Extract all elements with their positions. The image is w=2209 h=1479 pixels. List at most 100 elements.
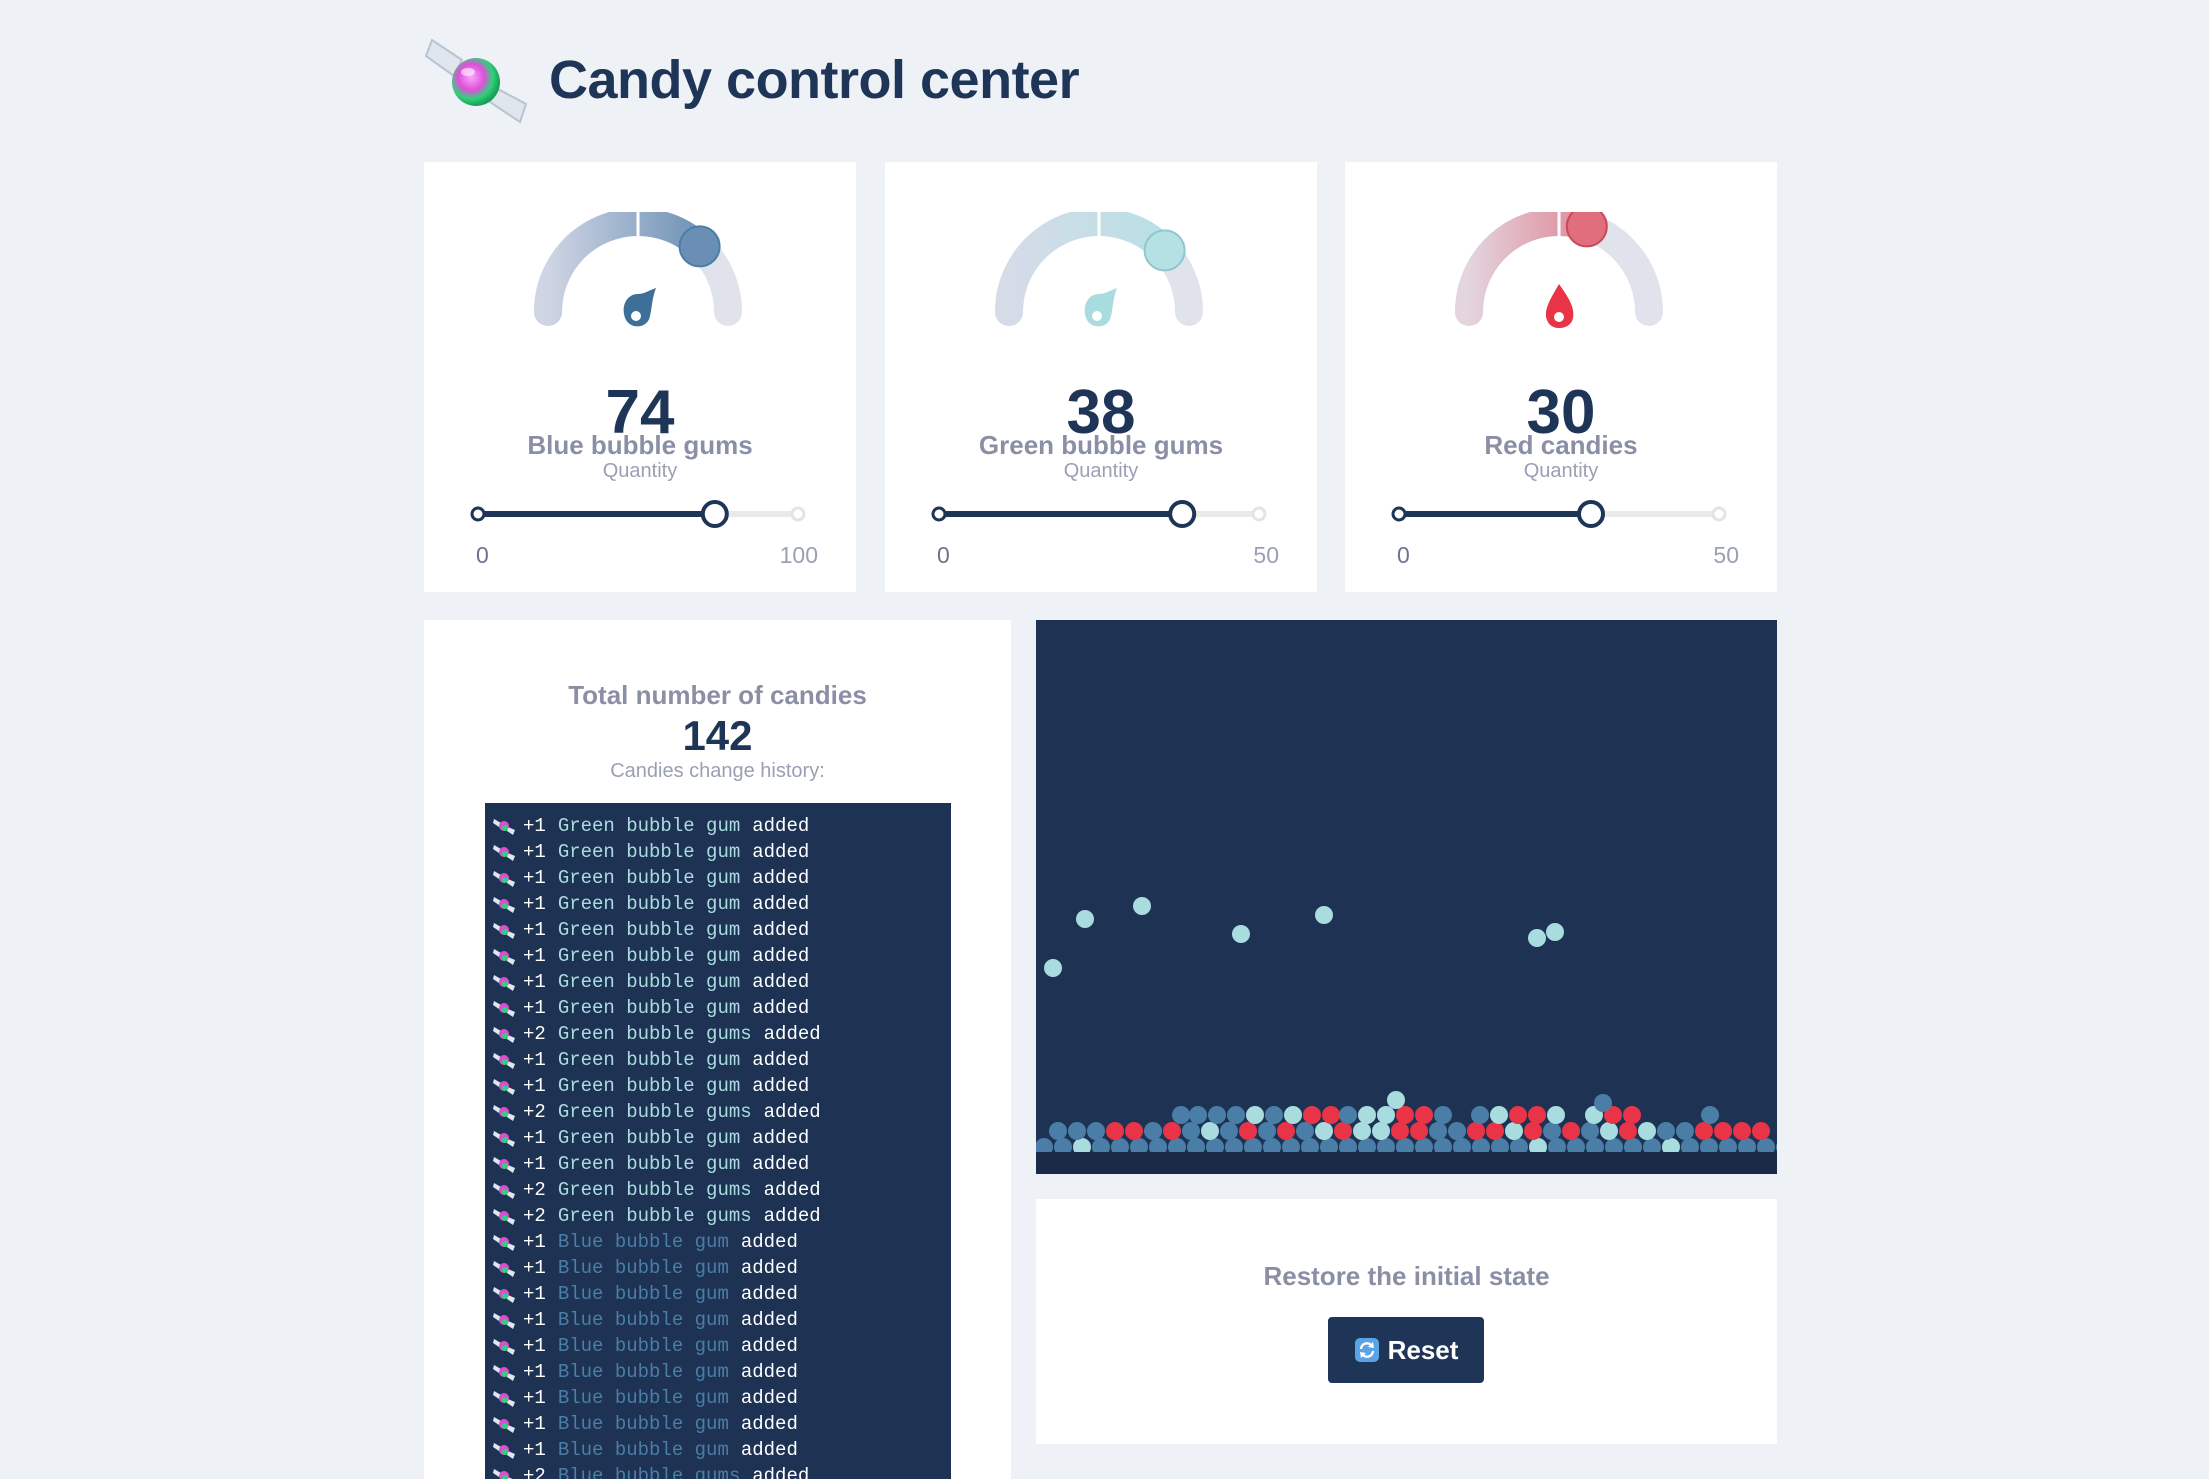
- candy-icon: [493, 1469, 513, 1479]
- reset-card: Restore the initial state Reset: [1036, 1199, 1777, 1444]
- candy-canvas-drawing: [1036, 897, 1777, 1156]
- history-qty: +1: [523, 841, 546, 863]
- candy-ball: [1182, 1122, 1200, 1140]
- history-qty: +1: [523, 867, 546, 889]
- history-line: +1 Blue bubble gum added: [485, 1281, 951, 1307]
- history-name: Blue bubble gum: [557, 1231, 729, 1253]
- gauge-green-arc: [995, 212, 1179, 326]
- candy-ball: [1296, 1122, 1314, 1140]
- canvas-floor: [1036, 1152, 1777, 1174]
- candy-ball: [1303, 1106, 1321, 1124]
- candy-ball: [1638, 1122, 1656, 1140]
- candy-ball: [1144, 1122, 1162, 1140]
- history-line: +2 Blue bubble gums added: [485, 1463, 951, 1479]
- history-action: added: [740, 1413, 798, 1435]
- candy-ball: [1277, 1122, 1295, 1140]
- history-log[interactable]: +1 Green bubble gum added +1 Green bubble gu…: [485, 803, 951, 1479]
- candy-icon: [493, 1365, 515, 1381]
- candy-icon: [493, 897, 515, 913]
- candy-ball: [1358, 1106, 1376, 1124]
- candy-icon: [493, 923, 515, 939]
- total-value: 142: [682, 712, 753, 759]
- history-name: Green bubble gum: [557, 919, 741, 941]
- candy-ball: [1391, 1122, 1409, 1140]
- history-name: Green bubble gums: [557, 1101, 752, 1123]
- candy-icon: [493, 1209, 515, 1225]
- history-line: +2 Green bubble gums added: [485, 1021, 951, 1047]
- candy-ball: [1208, 1106, 1226, 1124]
- candy-canvas[interactable]: [1036, 620, 1777, 1174]
- history-qty: +2: [523, 1465, 546, 1479]
- candy-ball: [1334, 1122, 1352, 1140]
- candy-ball: [1490, 1106, 1508, 1124]
- candy-ball: [1353, 1122, 1371, 1140]
- candy-icon: [493, 1079, 515, 1095]
- history-action: added: [740, 1335, 798, 1357]
- history-qty: +1: [523, 1153, 546, 1175]
- slider-red[interactable]: [1389, 494, 1729, 534]
- history-name: Green bubble gum: [557, 1075, 741, 1097]
- candy-ball: [1315, 906, 1333, 924]
- history-line: +1 Green bubble gum added: [485, 1125, 951, 1151]
- candy-ball: [1227, 1106, 1245, 1124]
- history-line: +2 Green bubble gums added: [485, 1177, 951, 1203]
- history-line: +1 Blue bubble gum added: [485, 1411, 951, 1437]
- reset-button[interactable]: Reset: [1328, 1317, 1484, 1383]
- header: Candy control center: [424, 30, 1080, 130]
- candy-ball: [1434, 1106, 1452, 1124]
- candy-ball: [1714, 1122, 1732, 1140]
- refresh-icon: [1354, 1338, 1379, 1362]
- slider-blue-thumb[interactable]: [700, 500, 729, 528]
- candy-ball: [1471, 1106, 1489, 1124]
- candy-ball: [1581, 1122, 1599, 1140]
- total-card: Total number of candies 142 Candies chan…: [424, 620, 1011, 1479]
- reset-button-label: Reset: [1387, 1334, 1459, 1365]
- candy-ball: [1505, 1122, 1523, 1140]
- history-name: Green bubble gum: [557, 867, 741, 889]
- history-line: +2 Green bubble gums added: [485, 1203, 951, 1229]
- candy-ball: [1284, 1106, 1302, 1124]
- history-action: added: [740, 1283, 798, 1305]
- slider-blue[interactable]: [468, 494, 808, 534]
- history-action: added: [752, 971, 810, 993]
- history-line: +2 Green bubble gums added: [485, 1099, 951, 1125]
- slider-red-max: 50: [1713, 542, 1739, 568]
- history-action: added: [752, 997, 810, 1019]
- candy-icon: [493, 1391, 515, 1407]
- history-qty: +1: [523, 815, 546, 837]
- history-line: +1 Blue bubble gum added: [485, 1333, 951, 1359]
- candy-icon: [493, 871, 515, 887]
- slider-green[interactable]: [929, 494, 1269, 534]
- candy-ball: [1163, 1122, 1181, 1140]
- candy-ball: [1220, 1122, 1238, 1140]
- history-label: Candies change history:: [610, 760, 825, 782]
- history-qty: +1: [523, 893, 546, 915]
- history-line: +1 Green bubble gum added: [485, 969, 951, 995]
- history-name: Green bubble gum: [557, 945, 741, 967]
- history-action: added: [752, 841, 810, 863]
- history-action: added: [740, 1231, 798, 1253]
- gauge-red-sublabel: Quantity: [1523, 460, 1599, 482]
- history-qty: +1: [523, 1127, 546, 1149]
- history-line: +1 Green bubble gum added: [485, 1073, 951, 1099]
- slider-red-thumb[interactable]: [1577, 500, 1605, 528]
- candy-ball: [1044, 959, 1062, 977]
- history-qty: +1: [523, 1361, 546, 1383]
- history-qty: +1: [523, 1257, 546, 1279]
- history-line: +1 Blue bubble gum added: [485, 1359, 951, 1385]
- candy-ball: [1619, 1122, 1637, 1140]
- history-qty: +1: [523, 1049, 546, 1071]
- slider-blue-min: 0: [476, 542, 489, 568]
- candy-icon: [493, 845, 515, 861]
- candy-ball: [1189, 1106, 1207, 1124]
- gauge-red-knob: [1565, 212, 1608, 248]
- history-line: +1 Green bubble gum added: [485, 943, 951, 969]
- history-action: added: [752, 1049, 810, 1071]
- candy-ball: [1265, 1106, 1283, 1124]
- page: Candy control center 74 Blue bubble gums…: [0, 0, 2209, 1479]
- candy-ball: [1387, 1091, 1405, 1109]
- history-qty: +1: [523, 945, 546, 967]
- slider-green-thumb[interactable]: [1168, 500, 1197, 528]
- history-qty: +1: [523, 1413, 546, 1435]
- history-line: +1 Blue bubble gum added: [485, 1229, 951, 1255]
